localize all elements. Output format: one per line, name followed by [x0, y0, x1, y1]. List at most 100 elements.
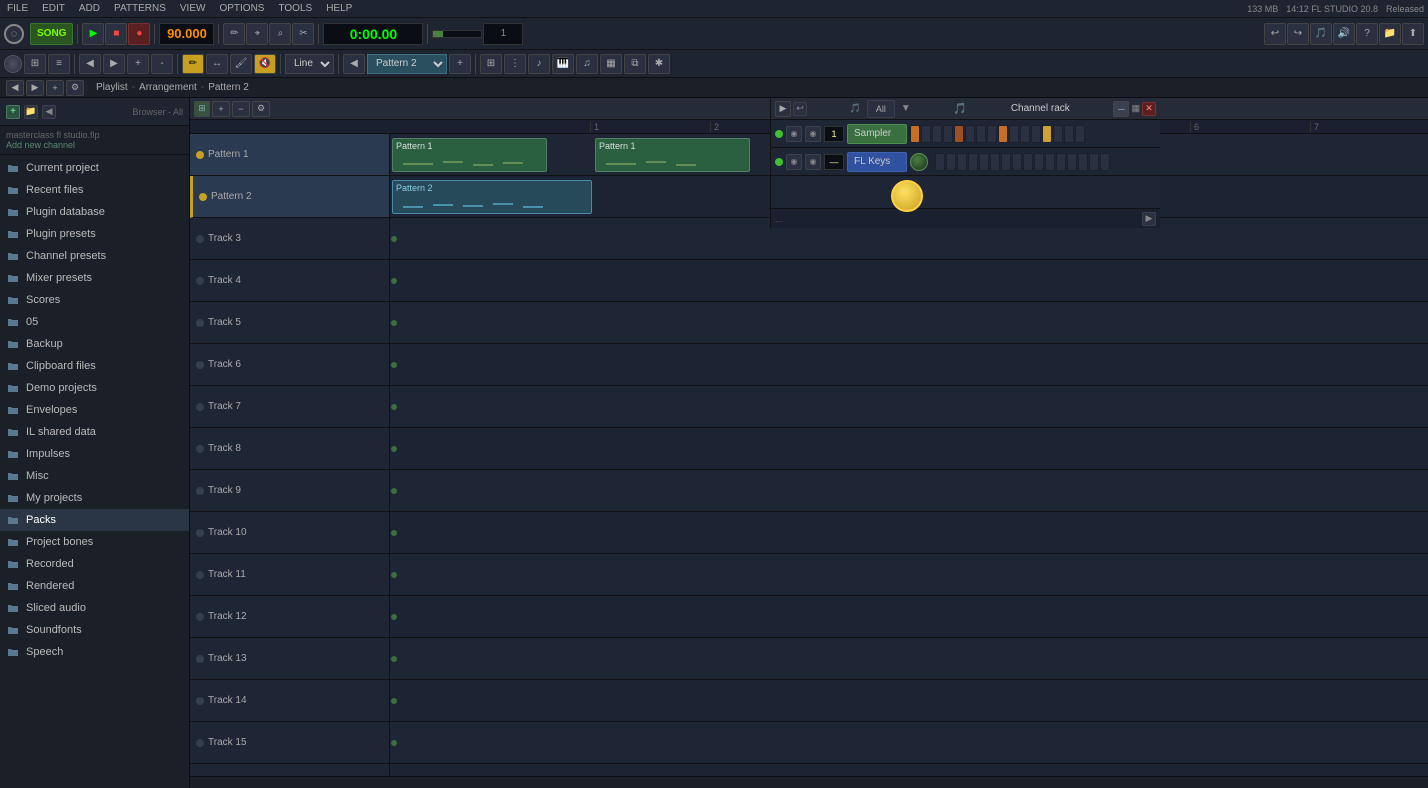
horizontal-scrollbar[interactable]: [190, 776, 1428, 788]
cr-vol-flkeys[interactable]: ◉: [786, 154, 802, 170]
pl-next-btn[interactable]: ▶: [26, 80, 44, 96]
sidebar-item-impulses[interactable]: Impulses: [0, 443, 189, 465]
track-header-9[interactable]: Track 9: [190, 470, 389, 512]
cr-step[interactable]: [1078, 153, 1088, 171]
cr-step[interactable]: [1100, 153, 1110, 171]
pattern-prev[interactable]: ◀: [343, 54, 365, 74]
stutter-btn[interactable]: ⧉: [624, 54, 646, 74]
yellow-knob[interactable]: [891, 180, 923, 212]
track-header-2[interactable]: Pattern 2: [190, 176, 389, 218]
cr-step[interactable]: [957, 153, 967, 171]
tool-cut[interactable]: ✂: [292, 23, 314, 45]
stamp-btn[interactable]: ✱: [648, 54, 670, 74]
tool-select[interactable]: ⌖: [246, 23, 268, 45]
cr-step[interactable]: [1056, 153, 1066, 171]
audio-button[interactable]: 🔊: [1333, 23, 1355, 45]
pattern-block-1b[interactable]: Pattern 1: [595, 138, 750, 172]
snap-button[interactable]: ⊞: [24, 54, 46, 74]
sidebar-item-mixer-presets[interactable]: Mixer presets: [0, 267, 189, 289]
sidebar-item-recent-files[interactable]: Recent files: [0, 179, 189, 201]
grid-btn[interactable]: ⊞: [480, 54, 502, 74]
sidebar-item-il-shared-data[interactable]: IL shared data: [0, 421, 189, 443]
track-header-11[interactable]: Track 11: [190, 554, 389, 596]
menu-item-patterns[interactable]: PATTERNS: [111, 3, 169, 14]
sidebar-item-current-project[interactable]: Current project: [0, 157, 189, 179]
cr-step[interactable]: [1067, 153, 1077, 171]
pattern-block-1a[interactable]: Pattern 1: [392, 138, 547, 172]
sidebar-item-soundfonts[interactable]: Soundfonts: [0, 619, 189, 641]
cr-step[interactable]: [1001, 153, 1011, 171]
nav-zoom-out[interactable]: -: [151, 54, 173, 74]
track-row-15[interactable]: [390, 722, 1428, 764]
sidebar-item-envelopes[interactable]: Envelopes: [0, 399, 189, 421]
sidebar-item-project-bones[interactable]: Project bones: [0, 531, 189, 553]
cr-name-sampler[interactable]: Sampler: [847, 124, 907, 144]
undo-button[interactable]: ↩: [1264, 23, 1286, 45]
sidebar-item-scores[interactable]: Scores: [0, 289, 189, 311]
cr-step[interactable]: [1020, 125, 1030, 143]
tool-mute[interactable]: 🔇: [254, 54, 276, 74]
sidebar-item-channel-presets[interactable]: Channel presets: [0, 245, 189, 267]
breadcrumb-pattern2[interactable]: Pattern 2: [208, 82, 249, 93]
cr-step[interactable]: [1045, 153, 1055, 171]
track-header-4[interactable]: Track 4: [190, 260, 389, 302]
menu-item-file[interactable]: FILE: [4, 3, 31, 14]
cr-name-flkeys[interactable]: FL Keys: [847, 152, 907, 172]
add-channel-label[interactable]: Add new channel: [6, 140, 183, 150]
cr-step[interactable]: [1023, 153, 1033, 171]
sidebar-item-sliced-audio[interactable]: Sliced audio: [0, 597, 189, 619]
cr-step[interactable]: [968, 153, 978, 171]
sidebar-item-packs[interactable]: Packs: [0, 509, 189, 531]
cr-step[interactable]: [910, 125, 920, 143]
cr-arrow-down[interactable]: ▼: [901, 103, 911, 114]
sidebar-collapse-btn[interactable]: ◀: [42, 105, 56, 119]
cr-vol-sampler[interactable]: ◉: [786, 126, 802, 142]
pattern-select[interactable]: Pattern 2: [367, 54, 447, 74]
track-row-9[interactable]: [390, 470, 1428, 512]
cr-back-btn[interactable]: ↩: [793, 102, 807, 116]
cr-step[interactable]: [1042, 125, 1052, 143]
track-row-14[interactable]: [390, 680, 1428, 722]
pl-prev-btn[interactable]: ◀: [6, 80, 24, 96]
pl-collapse-btn[interactable]: −: [232, 101, 250, 117]
track-header-15[interactable]: Track 15: [190, 722, 389, 764]
piano-btn[interactable]: 🎹: [552, 54, 574, 74]
record-button[interactable]: ●: [128, 23, 150, 45]
line-select[interactable]: Line: [285, 54, 334, 74]
bpm-display[interactable]: 90.000: [159, 23, 214, 45]
track-row-13[interactable]: [390, 638, 1428, 680]
nav-forward[interactable]: ▶: [103, 54, 125, 74]
cr-step[interactable]: [979, 153, 989, 171]
tool-draw[interactable]: ✏: [223, 23, 245, 45]
track-row-16[interactable]: [390, 764, 1428, 776]
cr-pan-flkeys[interactable]: ◉: [805, 154, 821, 170]
pl-settings-icon[interactable]: ⚙: [252, 101, 270, 117]
track-row-4[interactable]: [390, 260, 1428, 302]
menu-item-view[interactable]: VIEW: [177, 3, 209, 14]
cr-step[interactable]: [965, 125, 975, 143]
cr-step[interactable]: [943, 125, 953, 143]
cr-step[interactable]: [987, 125, 997, 143]
midi-button[interactable]: 🎵: [1310, 23, 1332, 45]
sidebar-item-plugin-database[interactable]: Plugin database: [0, 201, 189, 223]
help-button[interactable]: ?: [1356, 23, 1378, 45]
track-header-7[interactable]: Track 7: [190, 386, 389, 428]
tool-pencil[interactable]: ✏: [182, 54, 204, 74]
sidebar-item-recorded[interactable]: Recorded: [0, 553, 189, 575]
cr-step[interactable]: [932, 125, 942, 143]
cr-play-btn[interactable]: ▶: [775, 101, 791, 117]
track-row-7[interactable]: [390, 386, 1428, 428]
track-header-10[interactable]: Track 10: [190, 512, 389, 554]
cr-step[interactable]: [1064, 125, 1074, 143]
track-header-8[interactable]: Track 8: [190, 428, 389, 470]
export-button[interactable]: ⬆: [1402, 23, 1424, 45]
breadcrumb-playlist[interactable]: Playlist: [96, 82, 128, 93]
track-row-12[interactable]: [390, 596, 1428, 638]
tool-move[interactable]: ↔: [206, 54, 228, 74]
cr-minimize-btn[interactable]: ─: [1113, 101, 1129, 117]
redo-button[interactable]: ↪: [1287, 23, 1309, 45]
cr-step[interactable]: [1009, 125, 1019, 143]
browser-button[interactable]: 📁: [1379, 23, 1401, 45]
track-row-10[interactable]: [390, 512, 1428, 554]
song-button[interactable]: SONG: [30, 23, 73, 45]
